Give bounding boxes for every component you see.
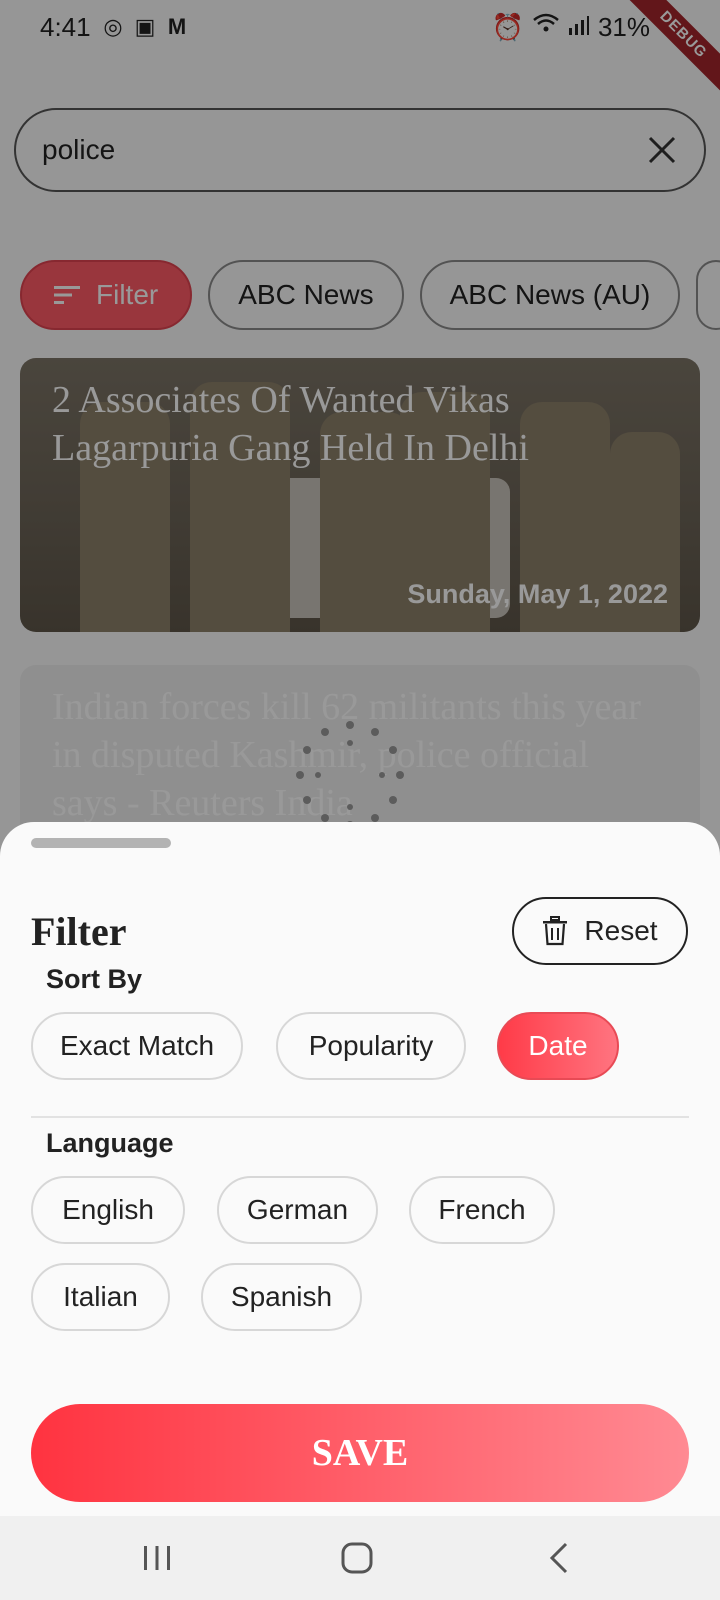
back-icon[interactable] — [540, 1538, 580, 1578]
language-option-english[interactable]: English — [31, 1176, 185, 1244]
save-button[interactable]: SAVE — [31, 1404, 689, 1502]
section-divider — [31, 1116, 689, 1118]
trash-icon — [543, 916, 568, 946]
language-option-german[interactable]: German — [217, 1176, 378, 1244]
sort-option-date[interactable]: Date — [497, 1012, 619, 1080]
sheet-title: Filter — [31, 909, 127, 954]
sort-option-popularity[interactable]: Popularity — [276, 1012, 466, 1080]
reset-button[interactable]: Reset — [512, 897, 688, 965]
language-option-spanish[interactable]: Spanish — [201, 1263, 362, 1331]
sort-by-label: Sort By — [46, 964, 143, 994]
language-option-italian[interactable]: Italian — [31, 1263, 170, 1331]
home-icon[interactable] — [337, 1538, 377, 1578]
drag-handle[interactable] — [31, 838, 171, 848]
system-nav-bar — [0, 1516, 720, 1600]
reset-button-label: Reset — [584, 915, 658, 946]
language-label: Language — [46, 1128, 174, 1158]
language-option-french[interactable]: French — [409, 1176, 555, 1244]
sort-option-exact-match[interactable]: Exact Match — [31, 1012, 243, 1080]
filter-bottom-sheet: Filter Reset Sort By Exact Match Popular… — [0, 822, 720, 1516]
recent-apps-icon[interactable] — [137, 1538, 177, 1578]
